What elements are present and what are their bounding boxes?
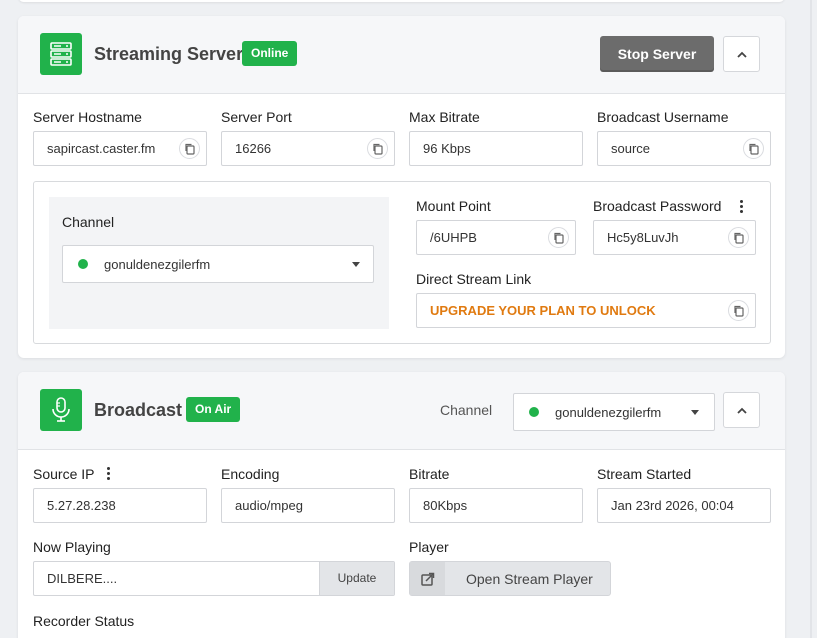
- broadcast-username-label: Broadcast Username: [597, 109, 729, 125]
- hostname-value: sapircast.caster.fm: [47, 141, 156, 156]
- channel-select-value: gonuldenezgilerfm: [104, 257, 211, 272]
- stream-started-field[interactable]: Jan 23rd 2026, 00:04: [597, 488, 771, 523]
- streaming-server-title: Streaming Server: [94, 44, 244, 64]
- bitrate-field[interactable]: 80Kbps: [409, 488, 583, 523]
- max-bitrate-field[interactable]: 96 Kbps: [409, 131, 583, 166]
- mount-settings-box: Channel gonuldenezgilerfm Mount Point /6…: [33, 181, 771, 344]
- status-dot: [78, 259, 88, 269]
- right-panel-edge: [810, 0, 812, 638]
- mount-point-value: /6UHPB: [430, 230, 477, 245]
- broadcast-channel-value: gonuldenezgilerfm: [555, 405, 662, 420]
- server-icon: [40, 33, 82, 75]
- previous-card-edge: [18, 0, 785, 2]
- encoding-value: audio/mpeg: [235, 498, 303, 513]
- mount-point-field[interactable]: /6UHPB: [416, 220, 576, 255]
- max-bitrate-value: 96 Kbps: [423, 141, 471, 156]
- chevron-up-icon: [736, 51, 747, 58]
- source-ip-field[interactable]: 5.27.28.238: [33, 488, 207, 523]
- stream-started-value: Jan 23rd 2026, 00:04: [611, 498, 734, 513]
- streaming-server-card: Streaming Server Online Stop Server Serv…: [18, 16, 785, 358]
- broadcast-header: Broadcast On Air Channel gonuldenezgiler…: [18, 372, 785, 450]
- hostname-field[interactable]: sapircast.caster.fm: [33, 131, 207, 166]
- broadcast-channel-select[interactable]: gonuldenezgilerfm: [513, 393, 715, 431]
- port-field[interactable]: 16266: [221, 131, 395, 166]
- stream-started-label: Stream Started: [597, 466, 692, 482]
- broadcast-title: Broadcast: [94, 400, 183, 420]
- bitrate-label: Bitrate: [409, 466, 450, 482]
- online-status-badge: Online: [242, 41, 298, 66]
- now-playing-label: Now Playing: [33, 539, 111, 555]
- direct-stream-label: Direct Stream Link: [416, 271, 532, 287]
- copy-icon[interactable]: [179, 138, 200, 159]
- broadcast-username-value: source: [611, 141, 651, 156]
- chevron-up-icon: [736, 407, 747, 414]
- source-ip-label: Source IP: [33, 466, 95, 482]
- hostname-label: Server Hostname: [33, 109, 142, 125]
- more-vertical-icon[interactable]: [740, 200, 744, 213]
- now-playing-field[interactable]: DILBERE.... Update: [33, 561, 395, 596]
- on-air-status-badge: On Air: [186, 397, 241, 422]
- copy-icon[interactable]: [743, 138, 764, 159]
- channel-panel: Channel gonuldenezgilerfm: [49, 197, 389, 329]
- broadcast-password-label: Broadcast Password: [593, 198, 722, 214]
- broadcast-username-field[interactable]: source: [597, 131, 771, 166]
- max-bitrate-label: Max Bitrate: [409, 109, 480, 125]
- broadcast-channel-label: Channel: [440, 402, 493, 418]
- copy-icon[interactable]: [367, 138, 388, 159]
- copy-icon[interactable]: [728, 227, 749, 248]
- more-vertical-icon[interactable]: [107, 467, 111, 480]
- bitrate-value: 80Kbps: [423, 498, 468, 513]
- copy-icon[interactable]: [548, 227, 569, 248]
- player-label: Player: [409, 539, 449, 555]
- broadcast-password-value: Hc5y8LuvJh: [607, 230, 679, 245]
- broadcast-password-field[interactable]: Hc5y8LuvJh: [593, 220, 756, 255]
- encoding-label: Encoding: [221, 466, 280, 482]
- copy-icon[interactable]: [728, 300, 749, 321]
- port-value: 16266: [235, 141, 272, 156]
- now-playing-value: DILBERE....: [47, 571, 118, 586]
- upgrade-plan-link[interactable]: UPGRADE YOUR PLAN TO UNLOCK: [430, 303, 656, 318]
- channel-label: Channel: [62, 214, 115, 230]
- mount-point-label: Mount Point: [416, 198, 491, 214]
- collapse-broadcast-button[interactable]: [723, 392, 760, 428]
- channel-select[interactable]: gonuldenezgilerfm: [62, 245, 374, 283]
- source-ip-value: 5.27.28.238: [47, 498, 116, 513]
- status-dot: [529, 407, 539, 417]
- external-link-icon: [410, 562, 445, 595]
- collapse-server-button[interactable]: [723, 36, 760, 72]
- recorder-status-label: Recorder Status: [33, 613, 135, 629]
- open-stream-player-button[interactable]: Open Stream Player: [409, 561, 611, 596]
- direct-stream-field[interactable]: UPGRADE YOUR PLAN TO UNLOCK: [416, 293, 756, 328]
- microphone-icon: [40, 389, 82, 431]
- update-button[interactable]: Update: [319, 562, 394, 595]
- open-stream-player-label: Open Stream Player: [466, 571, 593, 587]
- port-label: Server Port: [221, 109, 292, 125]
- streaming-server-header: Streaming Server Online Stop Server: [18, 16, 785, 94]
- stop-server-button[interactable]: Stop Server: [600, 36, 714, 72]
- caret-down-icon: [691, 410, 699, 415]
- broadcast-card: Broadcast On Air Channel gonuldenezgiler…: [18, 372, 785, 638]
- caret-down-icon: [352, 262, 360, 267]
- encoding-field[interactable]: audio/mpeg: [221, 488, 395, 523]
